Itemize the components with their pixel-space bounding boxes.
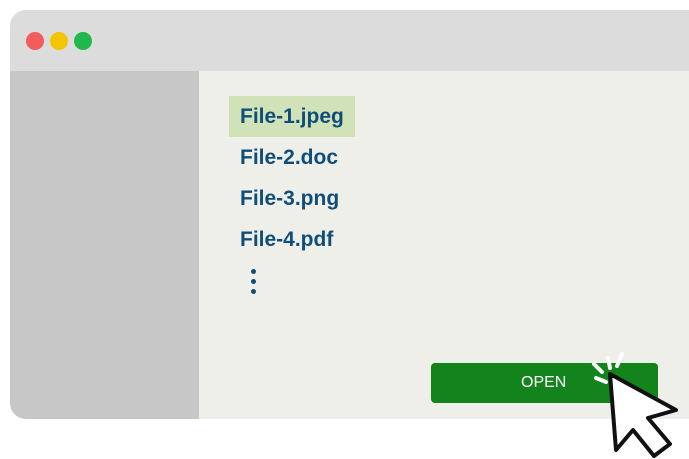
file-list: File-1.jpeg File-2.doc File-3.png File-4…	[229, 96, 355, 260]
maximize-window-icon[interactable]	[74, 32, 92, 50]
title-bar	[10, 10, 689, 71]
file-list-item-1[interactable]: File-1.jpeg	[229, 96, 355, 137]
minimize-window-icon[interactable]	[50, 32, 68, 50]
sidebar	[10, 71, 199, 419]
file-list-item-4[interactable]: File-4.pdf	[229, 219, 355, 260]
file-list-item-3[interactable]: File-3.png	[229, 178, 355, 219]
file-list-item-2[interactable]: File-2.doc	[229, 137, 355, 178]
vertical-ellipsis-icon	[249, 269, 257, 297]
mouse-pointer-click-icon	[592, 352, 678, 458]
close-window-icon[interactable]	[26, 32, 44, 50]
